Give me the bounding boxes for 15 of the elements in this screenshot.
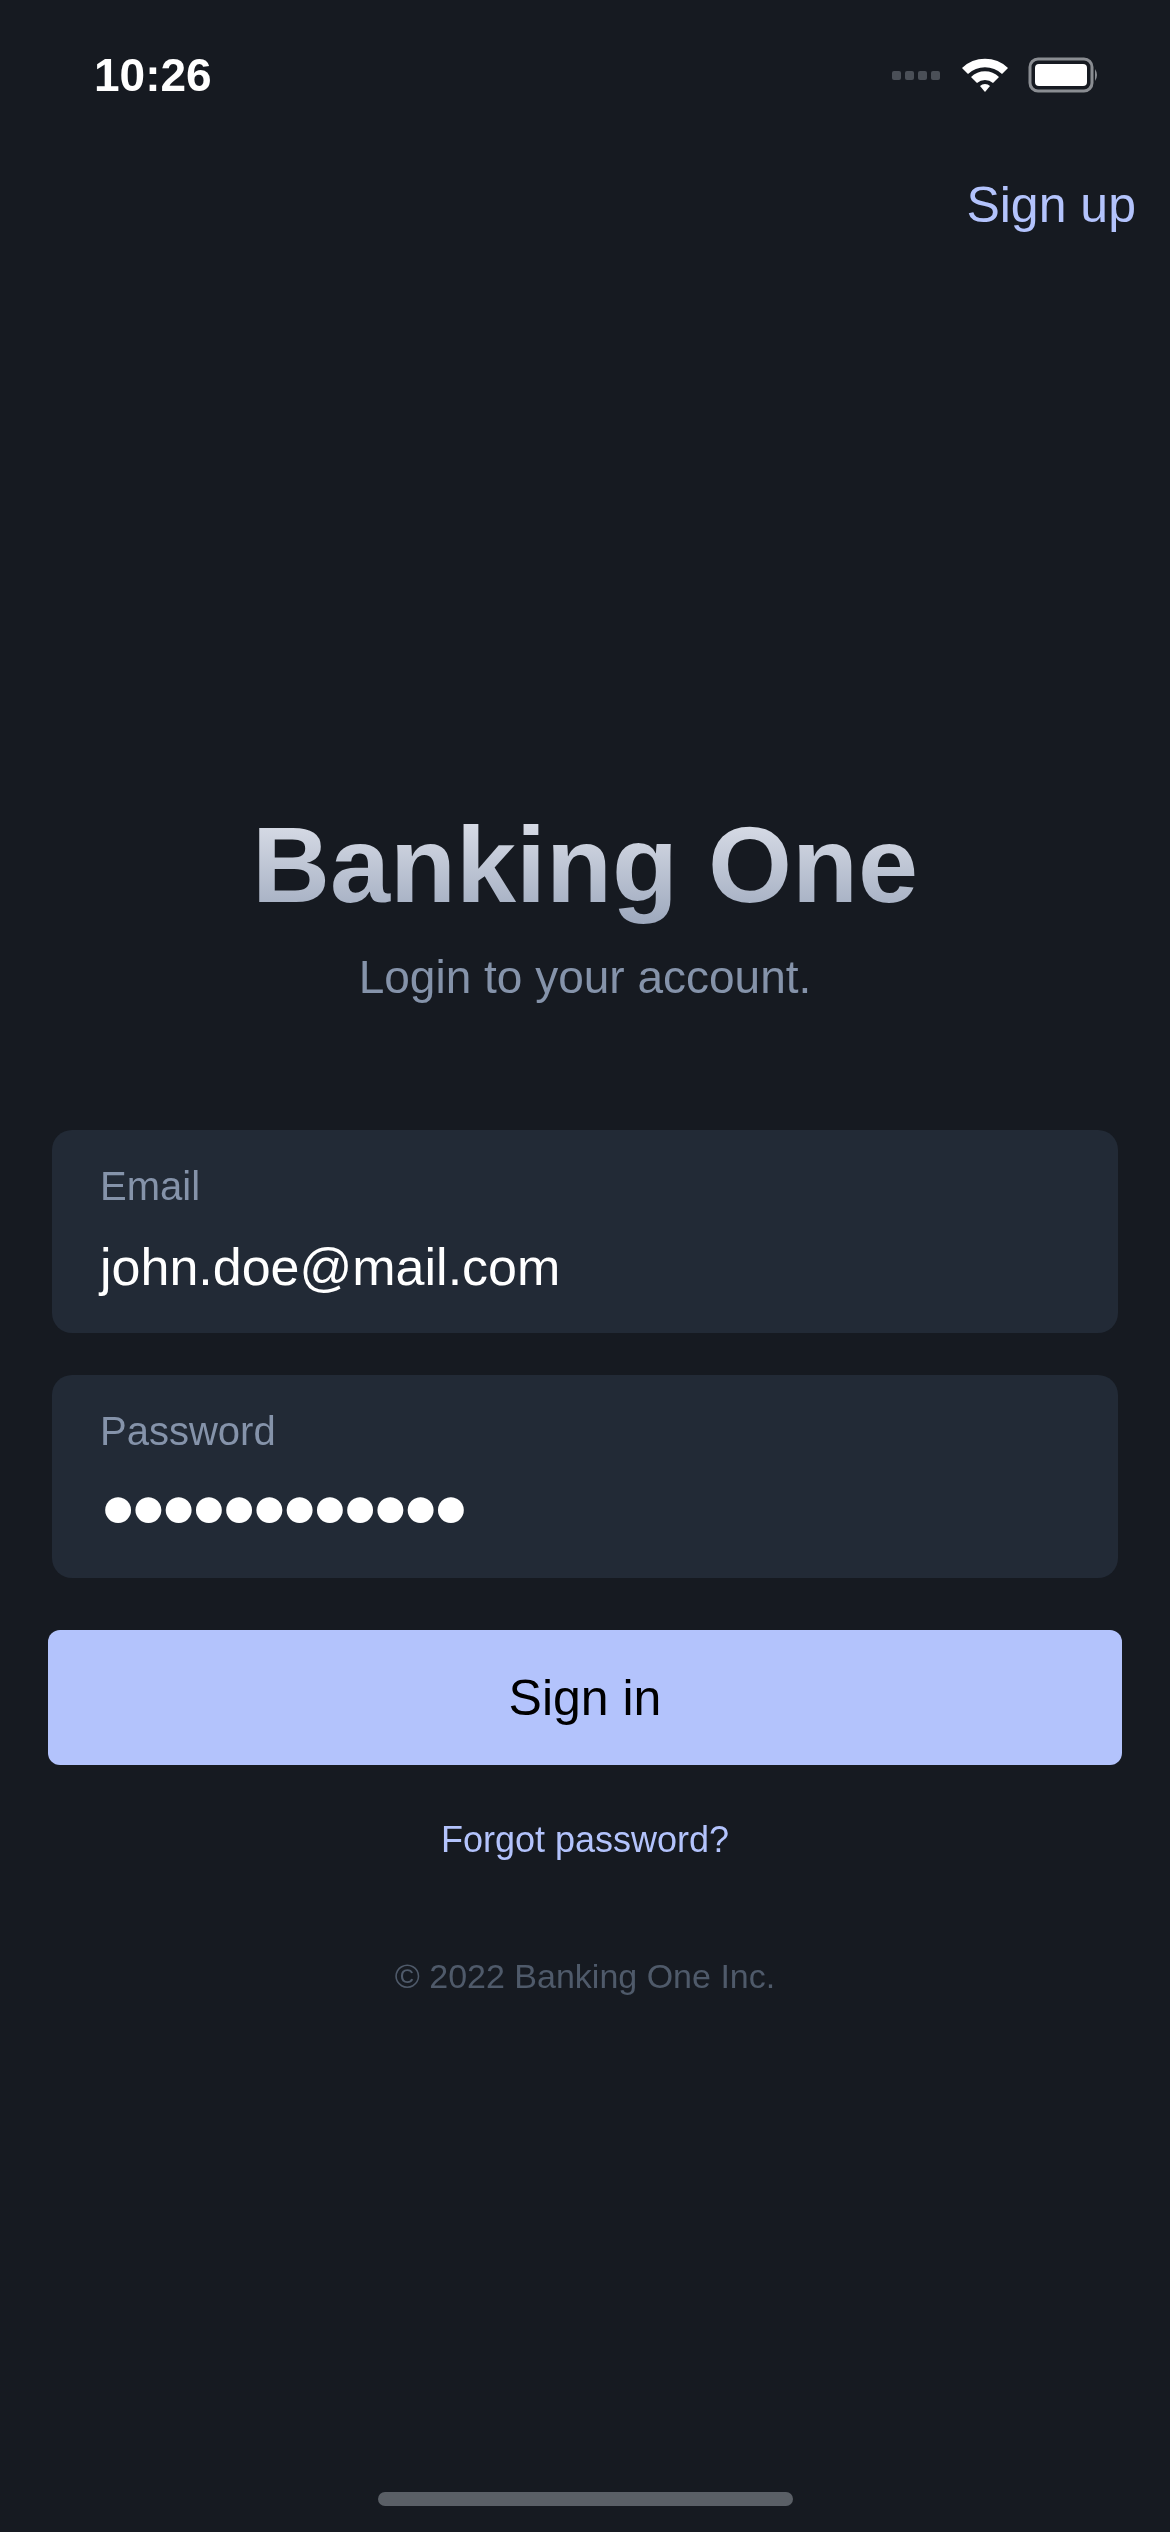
- field-value: john.doe@mail.com: [100, 1237, 561, 1297]
- status-time: 10:26: [94, 48, 212, 102]
- field-label: Password: [100, 1409, 276, 1454]
- email-field[interactable]: Email john.doe@mail.com: [52, 1130, 1118, 1333]
- copyright-text: © 2022 Banking One Inc.: [393, 1957, 777, 1996]
- battery-icon: [1028, 57, 1100, 93]
- sign-in-button[interactable]: Sign in: [48, 1630, 1122, 1765]
- signal-icon: [892, 68, 942, 82]
- subtitle: Login to your account.: [357, 950, 813, 1004]
- password-field[interactable]: Password ●●●●●●●●●●●●: [52, 1375, 1118, 1578]
- wifi-icon: [960, 56, 1010, 94]
- sign-up-link[interactable]: Sign up: [966, 176, 1136, 234]
- forgot-password-link[interactable]: Forgot password?: [440, 1819, 730, 1861]
- field-label: Email: [100, 1164, 201, 1209]
- field-value: ●●●●●●●●●●●●: [100, 1472, 463, 1541]
